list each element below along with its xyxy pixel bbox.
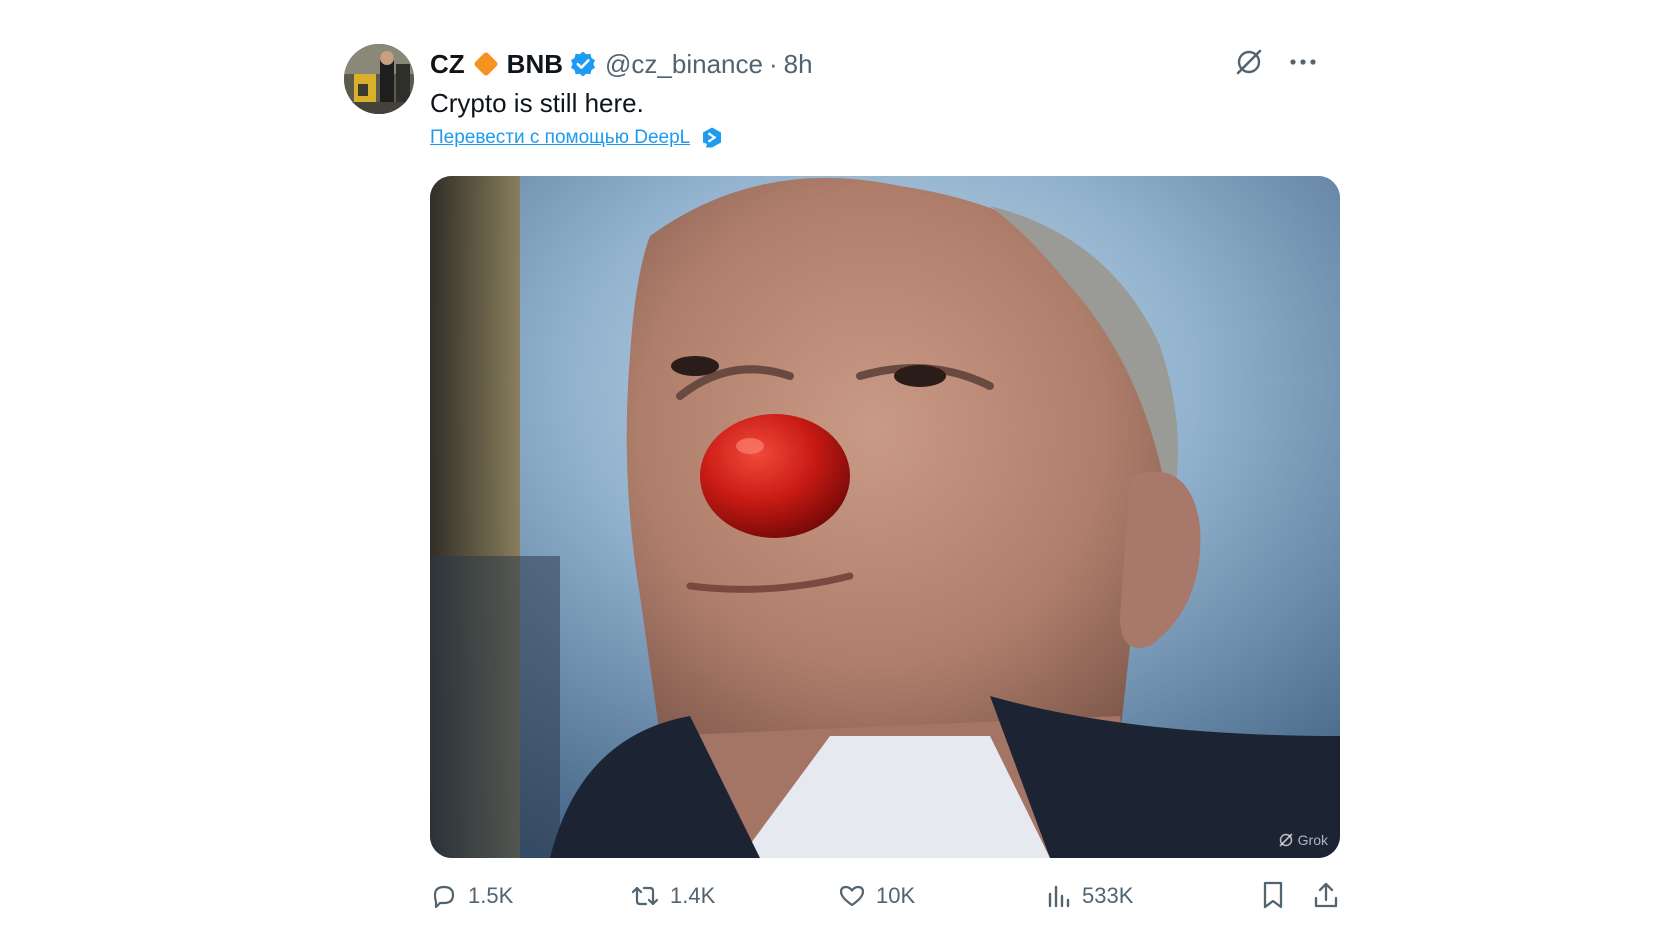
translate-row: Перевести с помощью DeepL	[430, 126, 724, 150]
share-icon[interactable]	[1312, 880, 1340, 910]
grok-watermark-label: Grok	[1297, 832, 1328, 848]
tweet: CZ BNB @cz_binance · 8h Crypto is still …	[344, 42, 1340, 922]
top-actions	[1234, 42, 1316, 82]
tweet-text: Crypto is still here.	[430, 88, 644, 118]
separator-dot: ·	[768, 48, 778, 79]
grok-watermark-icon	[1279, 833, 1293, 847]
tweet-media-image[interactable]: Grok	[430, 176, 1340, 858]
grok-watermark: Grok	[1278, 832, 1328, 848]
author-handle[interactable]: @cz_binance	[605, 49, 763, 80]
verified-badge-icon[interactable]	[569, 50, 597, 78]
reply-icon	[433, 885, 455, 909]
tweet-actions: 1.5K 1.4K 10K 533K	[430, 878, 1340, 918]
repost-button[interactable]: 1.4K	[630, 882, 715, 910]
more-icon[interactable]	[1290, 58, 1316, 66]
grok-icon[interactable]	[1234, 47, 1264, 77]
repost-icon	[631, 886, 659, 906]
views-count: 533K	[1082, 883, 1134, 908]
like-count: 10K	[876, 883, 916, 908]
repost-count: 1.4K	[670, 883, 716, 908]
views-button[interactable]: 533K	[1046, 882, 1133, 910]
post-time[interactable]: 8h	[784, 49, 813, 80]
author-affiliation[interactable]: BNB	[507, 49, 563, 80]
bookmark-icon[interactable]	[1260, 880, 1286, 910]
like-button[interactable]: 10K	[838, 882, 915, 910]
author-name[interactable]: CZ	[430, 49, 465, 80]
bnb-diamond-icon	[471, 49, 501, 79]
avatar[interactable]	[344, 44, 414, 114]
views-icon	[1048, 885, 1070, 908]
heart-icon	[839, 885, 865, 907]
deepl-icon	[700, 126, 724, 150]
reply-button[interactable]: 1.5K	[430, 882, 513, 910]
tweet-header: CZ BNB @cz_binance · 8h	[430, 46, 813, 82]
right-actions	[1260, 880, 1340, 910]
reply-count: 1.5K	[468, 883, 514, 908]
translate-link[interactable]: Перевести с помощью DeepL	[430, 127, 690, 149]
